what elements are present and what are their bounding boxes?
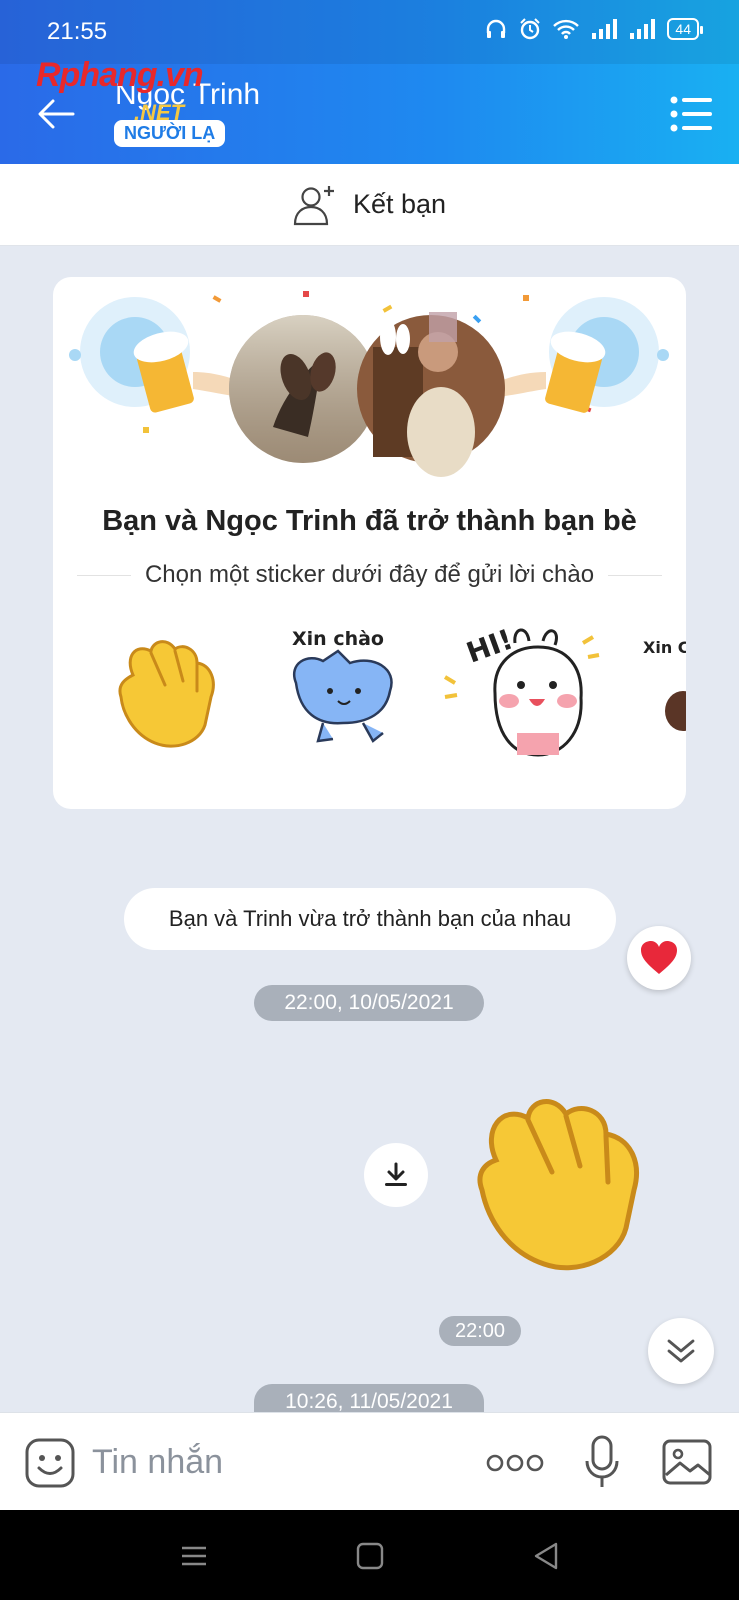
sticker-caption: Xin chào	[292, 628, 384, 650]
add-friend-button[interactable]: Kết bạn	[0, 164, 739, 246]
heart-icon	[641, 941, 677, 974]
add-user-icon	[293, 185, 334, 225]
wifi-icon	[553, 19, 580, 39]
message-time: 22:00	[439, 1316, 521, 1346]
sent-sticker-wave-hand[interactable]	[466, 1090, 676, 1280]
double-chevron-down-icon	[667, 1339, 695, 1363]
system-notice: Bạn và Trinh vừa trở thành bạn của nhau	[124, 888, 616, 950]
friend-card-subtitle-row: Chọn một sticker dưới đây để gửi lời chà…	[77, 561, 663, 589]
react-heart-button[interactable]	[627, 926, 691, 990]
download-button[interactable]	[364, 1143, 428, 1207]
system-nav-bar	[0, 1510, 739, 1600]
sticker-list: Xin chào HI! Xin Chà	[53, 623, 686, 773]
friend-card: Bạn và Ngọc Trinh đã trở thành bạn bè Ch…	[53, 277, 686, 809]
friend-card-title: Bạn và Ngọc Trinh đã trở thành bạn bè	[102, 505, 637, 537]
divider	[77, 574, 131, 576]
watermark-logo: Rphang.vn	[36, 56, 204, 94]
back-button[interactable]	[34, 92, 78, 136]
celebration-banner	[69, 291, 669, 477]
emoji-button[interactable]	[24, 1437, 76, 1489]
image-icon	[662, 1439, 712, 1485]
sticker-caption: Xin Chà	[643, 638, 686, 657]
watermark-suffix: .NET	[134, 100, 185, 125]
sticker-wave-hand[interactable]	[113, 635, 223, 750]
divider	[608, 574, 663, 576]
status-bar: 21:55 44	[0, 0, 739, 64]
arrow-left-icon	[38, 99, 75, 129]
signal-icon	[591, 19, 618, 39]
message-input-bar	[0, 1412, 739, 1510]
download-icon	[385, 1162, 407, 1186]
headphones-icon	[485, 19, 507, 39]
add-friend-label: Kết bạn	[352, 189, 447, 219]
battery-icon: 44	[667, 18, 703, 40]
alarm-icon	[519, 18, 541, 40]
signal-icon	[629, 19, 656, 39]
message-input[interactable]	[92, 1435, 462, 1489]
home-icon[interactable]	[354, 1540, 386, 1572]
recent-apps-icon[interactable]	[178, 1540, 210, 1572]
back-nav-icon[interactable]	[530, 1540, 562, 1572]
list-menu-icon	[670, 96, 712, 132]
more-dots-icon	[486, 1454, 544, 1472]
sticker-face-icon	[25, 1438, 75, 1488]
sticker-xin-chao-cat[interactable]: Xin chào	[278, 623, 408, 753]
photo-button[interactable]	[662, 1439, 712, 1485]
menu-button[interactable]	[669, 94, 713, 134]
voice-button[interactable]	[584, 1435, 620, 1489]
microphone-icon	[585, 1435, 619, 1487]
status-icons: 44	[485, 18, 703, 40]
date-separator: 22:00, 10/05/2021	[254, 985, 484, 1021]
sticker-hi-bunny[interactable]: HI!	[443, 623, 603, 763]
sticker-xin-chao-partial[interactable]: Xin Chà	[641, 623, 686, 733]
more-options-button[interactable]	[486, 1451, 544, 1475]
friend-card-subtitle: Chọn một sticker dưới đây để gửi lời chà…	[144, 561, 595, 588]
status-time: 21:55	[47, 18, 108, 45]
date-separator: 10:26, 11/05/2021	[254, 1384, 484, 1412]
scroll-to-bottom-button[interactable]	[648, 1318, 714, 1384]
header-bar: 21:55 44 Ngọc Trinh NGƯỜI LẠ Rphang.vn .…	[0, 0, 739, 164]
